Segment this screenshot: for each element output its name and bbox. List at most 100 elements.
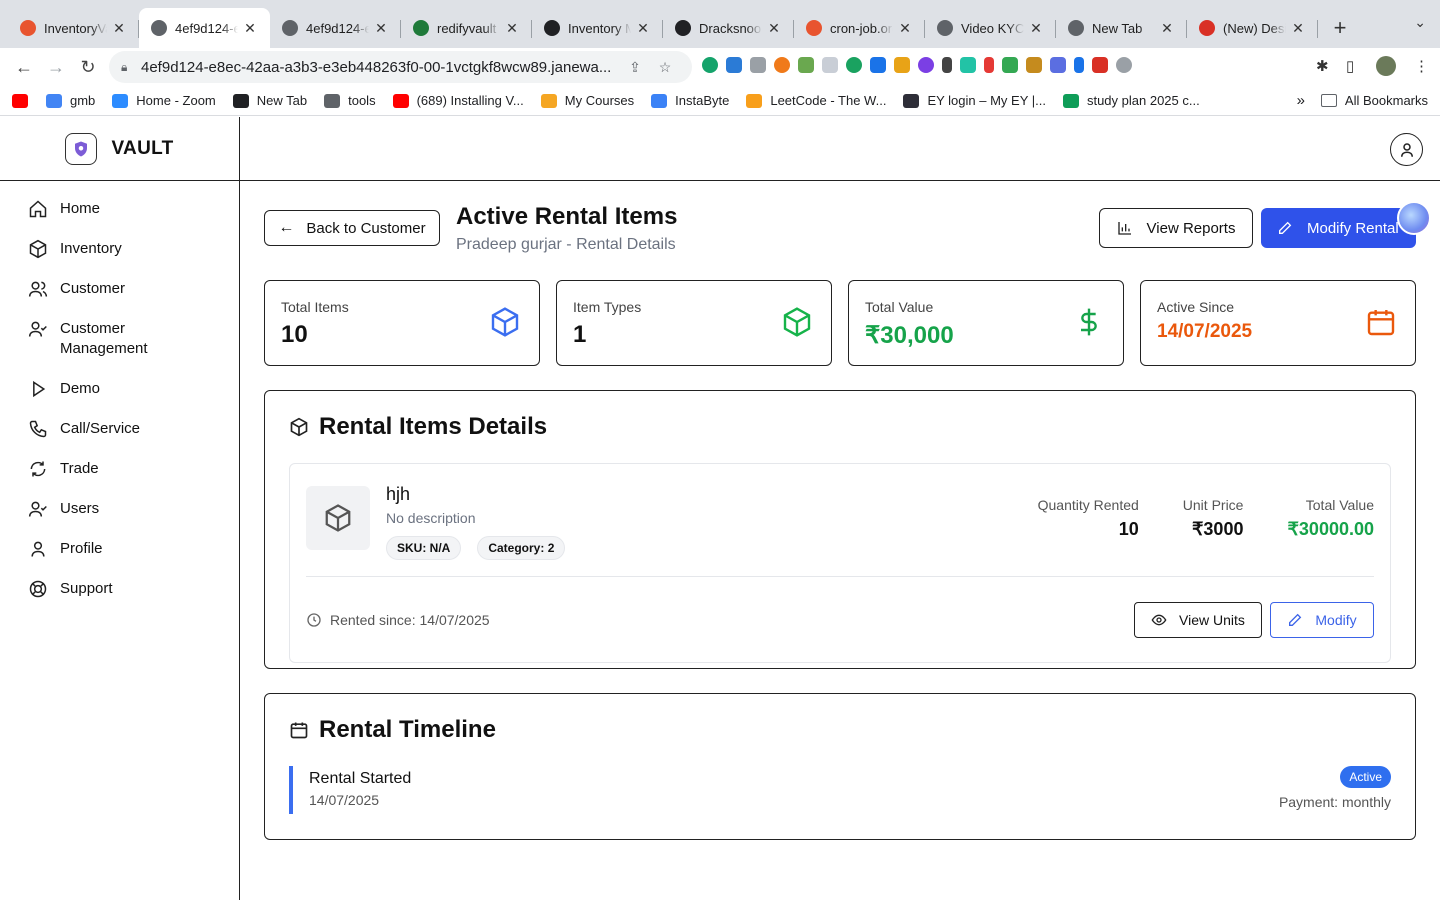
new-tab-button[interactable]: + [1324, 8, 1356, 48]
sidebar-item-customer-management[interactable]: Customer Management [0, 319, 239, 359]
tab-title: cron-job.org [830, 20, 893, 36]
bookmark-item[interactable]: InstaByte [651, 93, 729, 108]
bookmark-item[interactable] [12, 93, 36, 108]
grammarly-icon[interactable] [702, 57, 718, 73]
sidebar-item-demo[interactable]: Demo [0, 379, 239, 399]
item-thumbnail [306, 486, 370, 550]
assistant-avatar-icon[interactable] [1397, 201, 1431, 235]
browser-tab[interactable]: InventoryVault✕ [8, 8, 139, 48]
sidebar-item-inventory[interactable]: Inventory [0, 239, 239, 259]
tab-favicon-icon [20, 20, 36, 36]
side-panel-icon[interactable]: ▯ [1346, 57, 1354, 75]
close-icon[interactable]: ✕ [504, 20, 520, 37]
bookmark-item[interactable]: Home - Zoom [112, 93, 216, 108]
bar-chart-icon [1117, 222, 1131, 235]
browser-tab[interactable]: 4ef9d124-e8ec✕ [139, 8, 270, 48]
modify-rental-button[interactable]: Modify Rental [1261, 208, 1416, 248]
shield-logo-icon [65, 132, 98, 165]
unit-price-value: ₹3000 [1191, 519, 1244, 539]
close-icon[interactable]: ✕ [897, 20, 913, 37]
back-arrow-icon[interactable]: ← [8, 57, 40, 78]
bookmark-label: (689) Installing V... [416, 93, 524, 108]
tab-search-icon[interactable]: ⌄ [1414, 14, 1426, 31]
close-icon[interactable]: ✕ [635, 20, 651, 37]
browser-tab[interactable]: New Tab ✕ [1056, 8, 1187, 48]
close-icon[interactable]: ✕ [1159, 20, 1175, 37]
puzzle-icon[interactable]: ✱ [1316, 57, 1329, 75]
bookmark-item[interactable]: LeetCode - The W... [746, 93, 886, 108]
bookmark-label: study plan 2025 c... [1086, 93, 1200, 108]
reader-icon[interactable] [822, 57, 838, 73]
back-to-customer-button[interactable]: ← Back to Customer [264, 210, 440, 246]
browser-tab[interactable]: Dracksnoop ✕ [663, 8, 794, 48]
more-bookmarks-icon[interactable]: » [1297, 92, 1305, 109]
pen-icon[interactable] [942, 57, 952, 73]
sidebar-item-profile[interactable]: Profile [0, 539, 239, 559]
tab-favicon-icon [675, 20, 691, 36]
shield-icon[interactable] [1116, 57, 1132, 73]
extension-icon[interactable] [846, 57, 862, 73]
checkbox-icon[interactable] [870, 57, 886, 73]
sidebar-item-support[interactable]: Support [0, 579, 239, 599]
close-icon[interactable]: ✕ [766, 20, 782, 37]
extension-icon[interactable] [918, 57, 934, 73]
close-icon[interactable]: ✕ [373, 20, 389, 37]
sidebar-item-label: Support [60, 580, 113, 597]
view-units-button[interactable]: View Units [1134, 601, 1262, 638]
close-icon[interactable]: ✕ [242, 20, 258, 37]
more-menu-icon[interactable]: ⋮ [1414, 57, 1429, 75]
extension-icon[interactable] [798, 57, 814, 73]
address-bar[interactable]: 🔒︎ 4ef9d124-e8ec-42aa-a3b3-e3eb448263f0-… [109, 51, 692, 83]
plus-extension-icon[interactable] [1002, 57, 1018, 73]
bookmark-item[interactable]: study plan 2025 c... [1062, 93, 1200, 108]
browser-tab[interactable]: Inventory Management✕ [532, 8, 663, 48]
bookmark-star-icon[interactable]: ☆ [650, 59, 680, 76]
view-reports-button[interactable]: View Reports [1099, 208, 1253, 248]
extension-icon[interactable] [1050, 57, 1066, 73]
browser-tab[interactable]: redifyvault | Mongo✕ [401, 8, 532, 48]
bookmark-item[interactable]: tools [324, 93, 376, 108]
all-bookmarks[interactable]: All Bookmarks [1345, 93, 1428, 108]
extension-icon[interactable] [1074, 57, 1084, 73]
close-icon[interactable]: ✕ [111, 20, 127, 37]
notion-icon[interactable] [960, 57, 976, 73]
extension-icon[interactable] [1092, 57, 1108, 73]
sidebar-item-call-service[interactable]: Call/Service [0, 419, 239, 439]
extension-icon[interactable] [894, 57, 910, 73]
browser-toolbar: ← → ↻ 🔒︎ 4ef9d124-e8ec-42aa-a3b3-e3eb448… [0, 48, 1440, 86]
browser-tab[interactable]: cron-job.org ✕ [794, 8, 925, 48]
browser-tab[interactable]: (New) Design✕ [1187, 8, 1318, 48]
stat-value: 14/07/2025 [1157, 321, 1253, 342]
bookmark-favicon-icon [903, 93, 920, 108]
browser-tab[interactable]: Video KYC - ✕ [925, 8, 1056, 48]
forward-arrow-icon[interactable]: → [40, 57, 72, 78]
close-icon[interactable]: ✕ [1290, 20, 1306, 37]
close-extension-icon[interactable] [984, 57, 994, 73]
bookmark-item[interactable]: My Courses [540, 93, 634, 108]
reload-icon[interactable]: ↻ [72, 57, 104, 78]
sidebar-item-home[interactable]: Home [0, 199, 239, 219]
tab-title: New Tab [1092, 20, 1143, 36]
avatar[interactable] [1376, 56, 1396, 76]
browser-tab[interactable]: 4ef9d124-e8ec✕ [270, 8, 401, 48]
bookmark-item[interactable]: gmb [46, 93, 95, 108]
modify-item-button[interactable]: Modify [1270, 601, 1374, 638]
extension-icon[interactable] [1026, 57, 1042, 73]
extension-icon[interactable] [774, 57, 790, 73]
tab-favicon-icon [1199, 20, 1215, 36]
bookmark-label: LeetCode - The W... [770, 93, 887, 108]
bookmark-item[interactable]: New Tab [232, 93, 307, 108]
view-reports-label: View Reports [1146, 219, 1236, 237]
sidebar-item-customer[interactable]: Customer [0, 279, 239, 299]
close-icon[interactable]: ✕ [1028, 20, 1044, 37]
camera-icon[interactable] [750, 57, 766, 73]
bookmark-item[interactable]: EY login – My EY |... [903, 93, 1046, 108]
sidebar-item-users[interactable]: Users [0, 499, 239, 519]
sidebar-item-trade[interactable]: Trade [0, 459, 239, 479]
profile-menu-button[interactable] [1390, 133, 1423, 166]
bookmark-item[interactable]: (689) Installing V... [392, 93, 524, 108]
extension-icon[interactable] [726, 57, 742, 73]
logo[interactable]: VAULT [0, 117, 239, 181]
share-icon[interactable]: ⇪ [620, 59, 650, 76]
bookmark-favicon-icon [324, 93, 341, 108]
